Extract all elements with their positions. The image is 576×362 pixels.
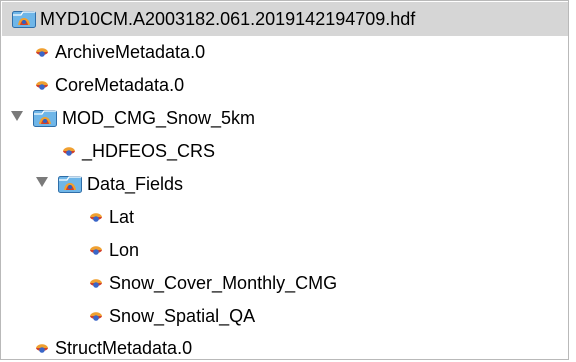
variable-icon xyxy=(88,209,104,230)
tree-row-attribute[interactable]: ArchiveMetadata.0 xyxy=(2,35,568,69)
disclosure-triangle-expanded-icon[interactable] xyxy=(11,111,23,121)
tree-row-attribute[interactable]: StructMetadata.0 xyxy=(2,332,568,360)
dataset-file-icon xyxy=(12,9,36,34)
variable-icon xyxy=(34,44,50,65)
variable-icon xyxy=(88,275,104,296)
tree-item-label: _HDFEOS_CRS xyxy=(82,141,216,161)
tree-row-group[interactable]: Data_Fields xyxy=(2,167,568,201)
variable-icon xyxy=(88,242,104,263)
tree-item-label: CoreMetadata.0 xyxy=(55,75,185,95)
tree-row-file[interactable]: MYD10CM.A2003182.061.2019142194709.hdf xyxy=(2,2,568,36)
tree-row-variable[interactable]: Snow_Cover_Monthly_CMG xyxy=(2,266,568,300)
tree-item-label: ArchiveMetadata.0 xyxy=(55,42,206,62)
tree-item-label: Snow_Spatial_QA xyxy=(109,306,256,326)
variable-icon xyxy=(34,77,50,98)
tree-row-attribute[interactable]: _HDFEOS_CRS xyxy=(2,134,568,168)
tree-row-variable[interactable]: Lat xyxy=(2,200,568,234)
tree-row-variable[interactable]: Lon xyxy=(2,233,568,267)
tree-item-label: MOD_CMG_Snow_5km xyxy=(62,108,256,128)
group-folder-icon xyxy=(33,108,57,133)
tree-item-label: Lat xyxy=(109,207,135,227)
tree-item-label: Data_Fields xyxy=(87,174,184,194)
group-folder-icon xyxy=(58,174,82,199)
tree-row-variable[interactable]: Snow_Spatial_QA xyxy=(2,299,568,333)
tree-row-group[interactable]: MOD_CMG_Snow_5km xyxy=(2,101,568,135)
tree-row-attribute[interactable]: CoreMetadata.0 xyxy=(2,68,568,102)
tree-item-label: Lon xyxy=(109,240,140,260)
variable-icon xyxy=(61,143,77,164)
dataset-tree-panel: MYD10CM.A2003182.061.2019142194709.hdf A… xyxy=(0,0,569,360)
tree-item-label: StructMetadata.0 xyxy=(55,338,193,358)
tree-item-label: Snow_Cover_Monthly_CMG xyxy=(109,273,338,293)
variable-icon xyxy=(88,308,104,329)
tree-item-label: MYD10CM.A2003182.061.2019142194709.hdf xyxy=(40,9,416,29)
variable-icon xyxy=(34,340,50,361)
disclosure-triangle-expanded-icon[interactable] xyxy=(36,177,48,187)
